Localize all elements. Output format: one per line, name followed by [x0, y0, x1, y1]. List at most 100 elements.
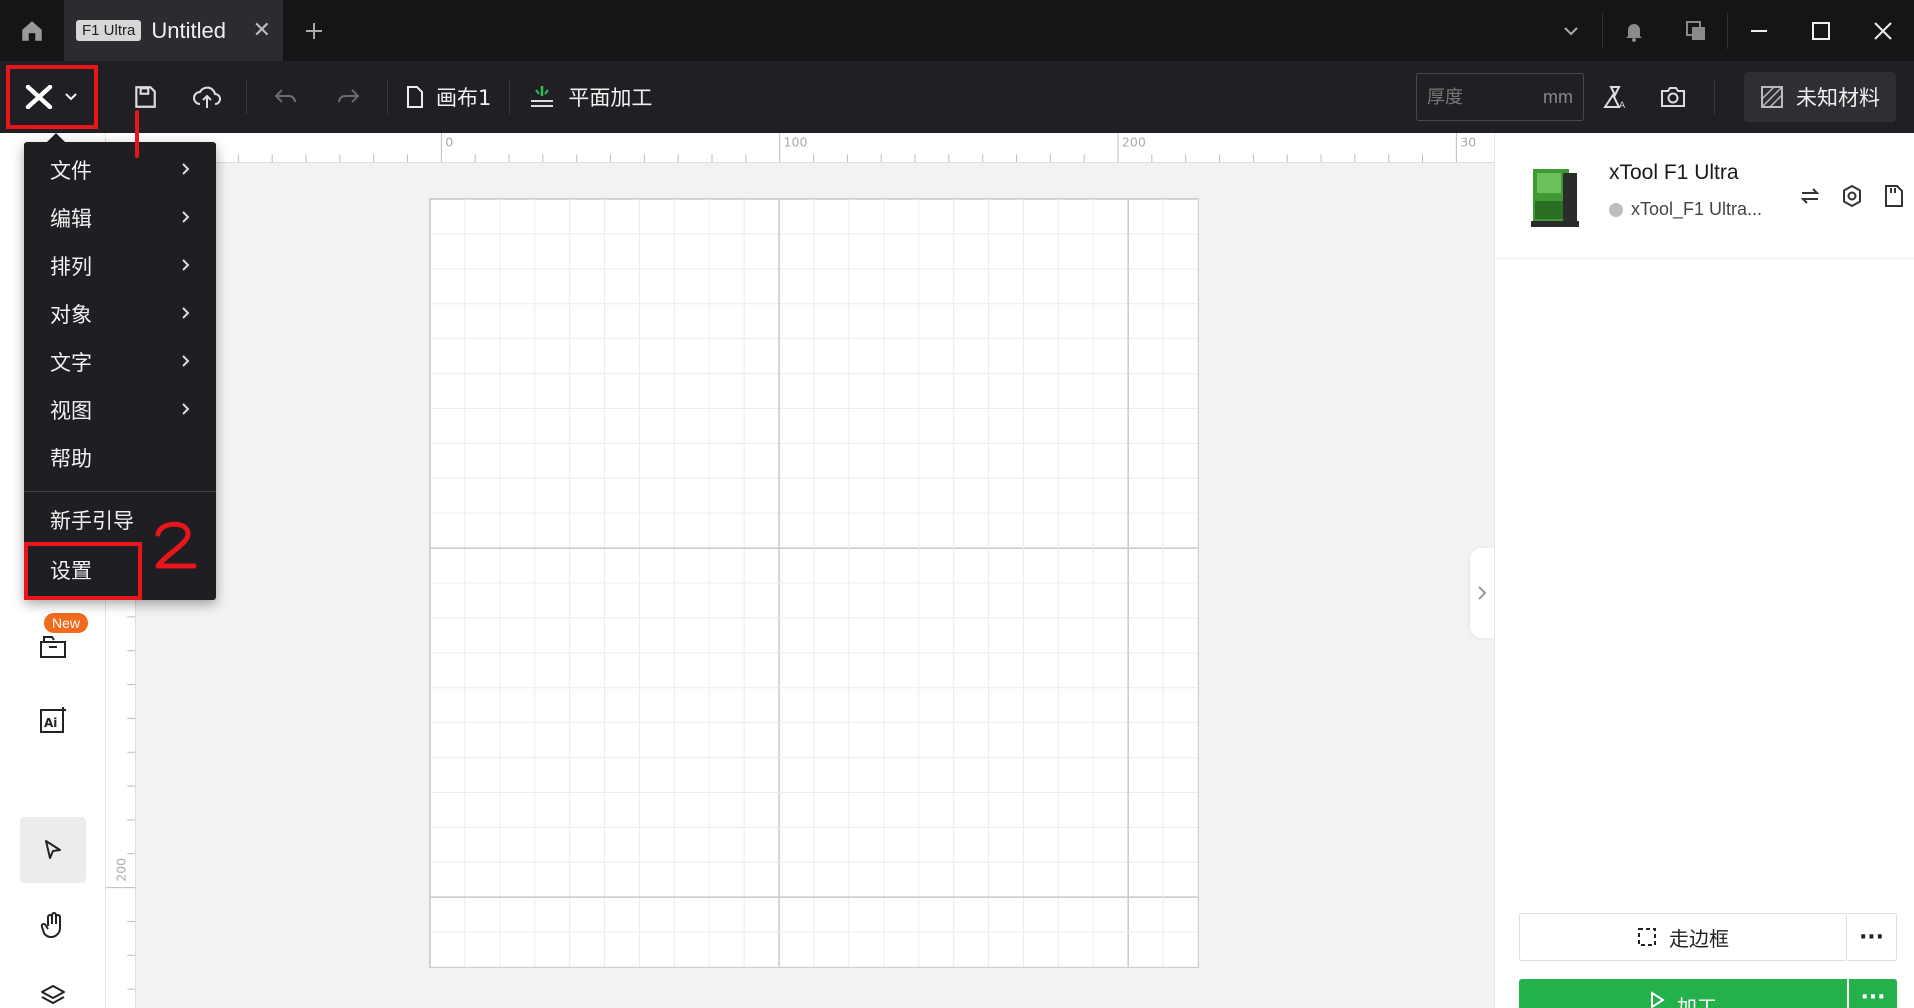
- hand-tool-button[interactable]: [20, 893, 86, 959]
- thickness-field[interactable]: mm: [1416, 73, 1584, 121]
- maximize-icon: [1812, 21, 1830, 40]
- menu-item-view[interactable]: 视图: [24, 386, 216, 434]
- device-status-label: xTool_F1 Ultra...: [1631, 199, 1763, 219]
- frame-more-button[interactable]: ···: [1847, 913, 1897, 961]
- canvas-area[interactable]: [136, 163, 1494, 1008]
- home-button[interactable]: [0, 0, 64, 61]
- camera-button[interactable]: [1642, 61, 1704, 133]
- close-window-button[interactable]: [1852, 0, 1914, 61]
- process-button[interactable]: 加工: [1519, 979, 1847, 1008]
- minimize-icon: [1751, 29, 1767, 32]
- tab-title: Untitled: [151, 17, 226, 43]
- frame-button[interactable]: 走边框: [1519, 913, 1847, 961]
- windows-button[interactable]: [1665, 0, 1727, 61]
- cloud-upload-icon: [193, 86, 221, 108]
- layers-button[interactable]: [20, 963, 86, 1008]
- toolbar-divider: [246, 80, 247, 114]
- storage-card-icon: [1885, 185, 1903, 207]
- cursor-arrow-icon: [45, 840, 61, 859]
- layers-icon: [41, 985, 65, 1005]
- work-area-grid[interactable]: [429, 198, 1199, 968]
- bell-icon: [1626, 23, 1642, 42]
- annotation-step-2: [155, 521, 197, 569]
- gear-icon: [1843, 184, 1861, 208]
- toolbar-divider-3: [509, 80, 511, 114]
- menu-item-label: 帮助: [50, 447, 92, 471]
- menu-item-help[interactable]: 帮助: [24, 434, 216, 482]
- copy-windows-icon: [1686, 20, 1705, 40]
- ruler-label: 100: [784, 135, 808, 150]
- document-icon: [407, 86, 423, 108]
- chevron-right-icon: [182, 211, 190, 223]
- switch-device-button[interactable]: [1795, 181, 1825, 211]
- menu-item-text[interactable]: 文字: [24, 338, 216, 386]
- hand-icon: [40, 912, 61, 939]
- new-badge: New: [44, 613, 89, 633]
- svg-text:Ai: Ai: [44, 716, 57, 730]
- chevron-right-icon: [182, 163, 190, 175]
- material-label: 未知材料: [1796, 86, 1880, 110]
- material-hatch-icon: [1761, 86, 1783, 108]
- save-icon: [135, 86, 156, 108]
- add-tab-button[interactable]: [283, 0, 345, 61]
- title-bar: F1 Ultra Untitled ✕: [0, 0, 1914, 61]
- menu-item-label: 编辑: [50, 207, 92, 231]
- main-menu-button[interactable]: [6, 65, 98, 129]
- menu-item-object[interactable]: 对象: [24, 290, 216, 338]
- menu-item-label: 排列: [50, 255, 92, 279]
- ruler-label: 200: [113, 858, 128, 882]
- tab-device-badge: F1 Ultra: [76, 20, 142, 41]
- process-more-button[interactable]: ···: [1849, 979, 1897, 1008]
- chevron-right-icon: [1478, 586, 1487, 600]
- redo-icon: [338, 89, 360, 103]
- menu-item-label: 设置: [50, 559, 92, 583]
- play-icon: [1651, 991, 1665, 1008]
- xtool-logo-icon: [25, 85, 53, 109]
- device-settings-button[interactable]: [1837, 181, 1867, 211]
- menu-item-label: 文件: [50, 159, 92, 183]
- ruler-label: 30: [1460, 135, 1476, 150]
- top-ruler: 0 100 200 30: [106, 133, 1494, 163]
- chevron-right-icon: [182, 403, 190, 415]
- cloud-upload-button[interactable]: [176, 61, 238, 133]
- chevron-down-icon: [1564, 26, 1578, 35]
- ai-tool-button[interactable]: Ai: [20, 687, 86, 753]
- menu-item-file[interactable]: 文件: [24, 146, 216, 194]
- canvas-selector[interactable]: 画布1: [396, 82, 501, 112]
- redo-button[interactable]: [317, 61, 379, 133]
- tab-close-icon[interactable]: ✕: [253, 18, 271, 43]
- measure-shapes-icon: A: [1603, 86, 1626, 111]
- undo-button[interactable]: [255, 61, 317, 133]
- thickness-unit: mm: [1543, 86, 1573, 107]
- plus-icon: [306, 22, 322, 39]
- thickness-input[interactable]: [1427, 86, 1543, 108]
- maximize-button[interactable]: [1790, 0, 1852, 61]
- material-selector[interactable]: 未知材料: [1744, 72, 1896, 122]
- device-status: xTool_F1 Ultra...: [1609, 199, 1762, 220]
- process-label: 加工: [1677, 995, 1717, 1008]
- device-thumbnail-icon: [1531, 169, 1579, 227]
- laser-flat-icon: [531, 86, 554, 107]
- minimize-button[interactable]: [1728, 0, 1790, 61]
- select-tool-button[interactable]: [20, 817, 86, 883]
- document-tab[interactable]: F1 Ultra Untitled ✕: [64, 0, 283, 61]
- tabs-dropdown-button[interactable]: [1540, 0, 1602, 61]
- menu-item-edit[interactable]: 编辑: [24, 194, 216, 242]
- notifications-button[interactable]: [1603, 0, 1665, 61]
- save-button[interactable]: [114, 61, 176, 133]
- home-icon: [22, 20, 42, 41]
- auto-measure-button[interactable]: A: [1584, 61, 1646, 133]
- toolbar-divider-2: [387, 80, 388, 114]
- device-name: xTool F1 Ultra: [1609, 161, 1739, 184]
- collapse-right-panel-button[interactable]: [1470, 548, 1494, 638]
- processing-mode-selector[interactable]: 平面加工: [518, 82, 662, 112]
- canvas-label: 画布1: [436, 86, 492, 110]
- menu-item-arrange[interactable]: 排列: [24, 242, 216, 290]
- device-files-button[interactable]: [1879, 181, 1909, 211]
- chevron-right-icon: [182, 259, 190, 271]
- chevron-right-icon: [182, 307, 190, 319]
- menu-item-label: 对象: [50, 303, 92, 327]
- ruler-label: 0: [445, 135, 453, 150]
- chevron-down-icon: [65, 93, 77, 101]
- dashed-frame-icon: [1638, 928, 1656, 946]
